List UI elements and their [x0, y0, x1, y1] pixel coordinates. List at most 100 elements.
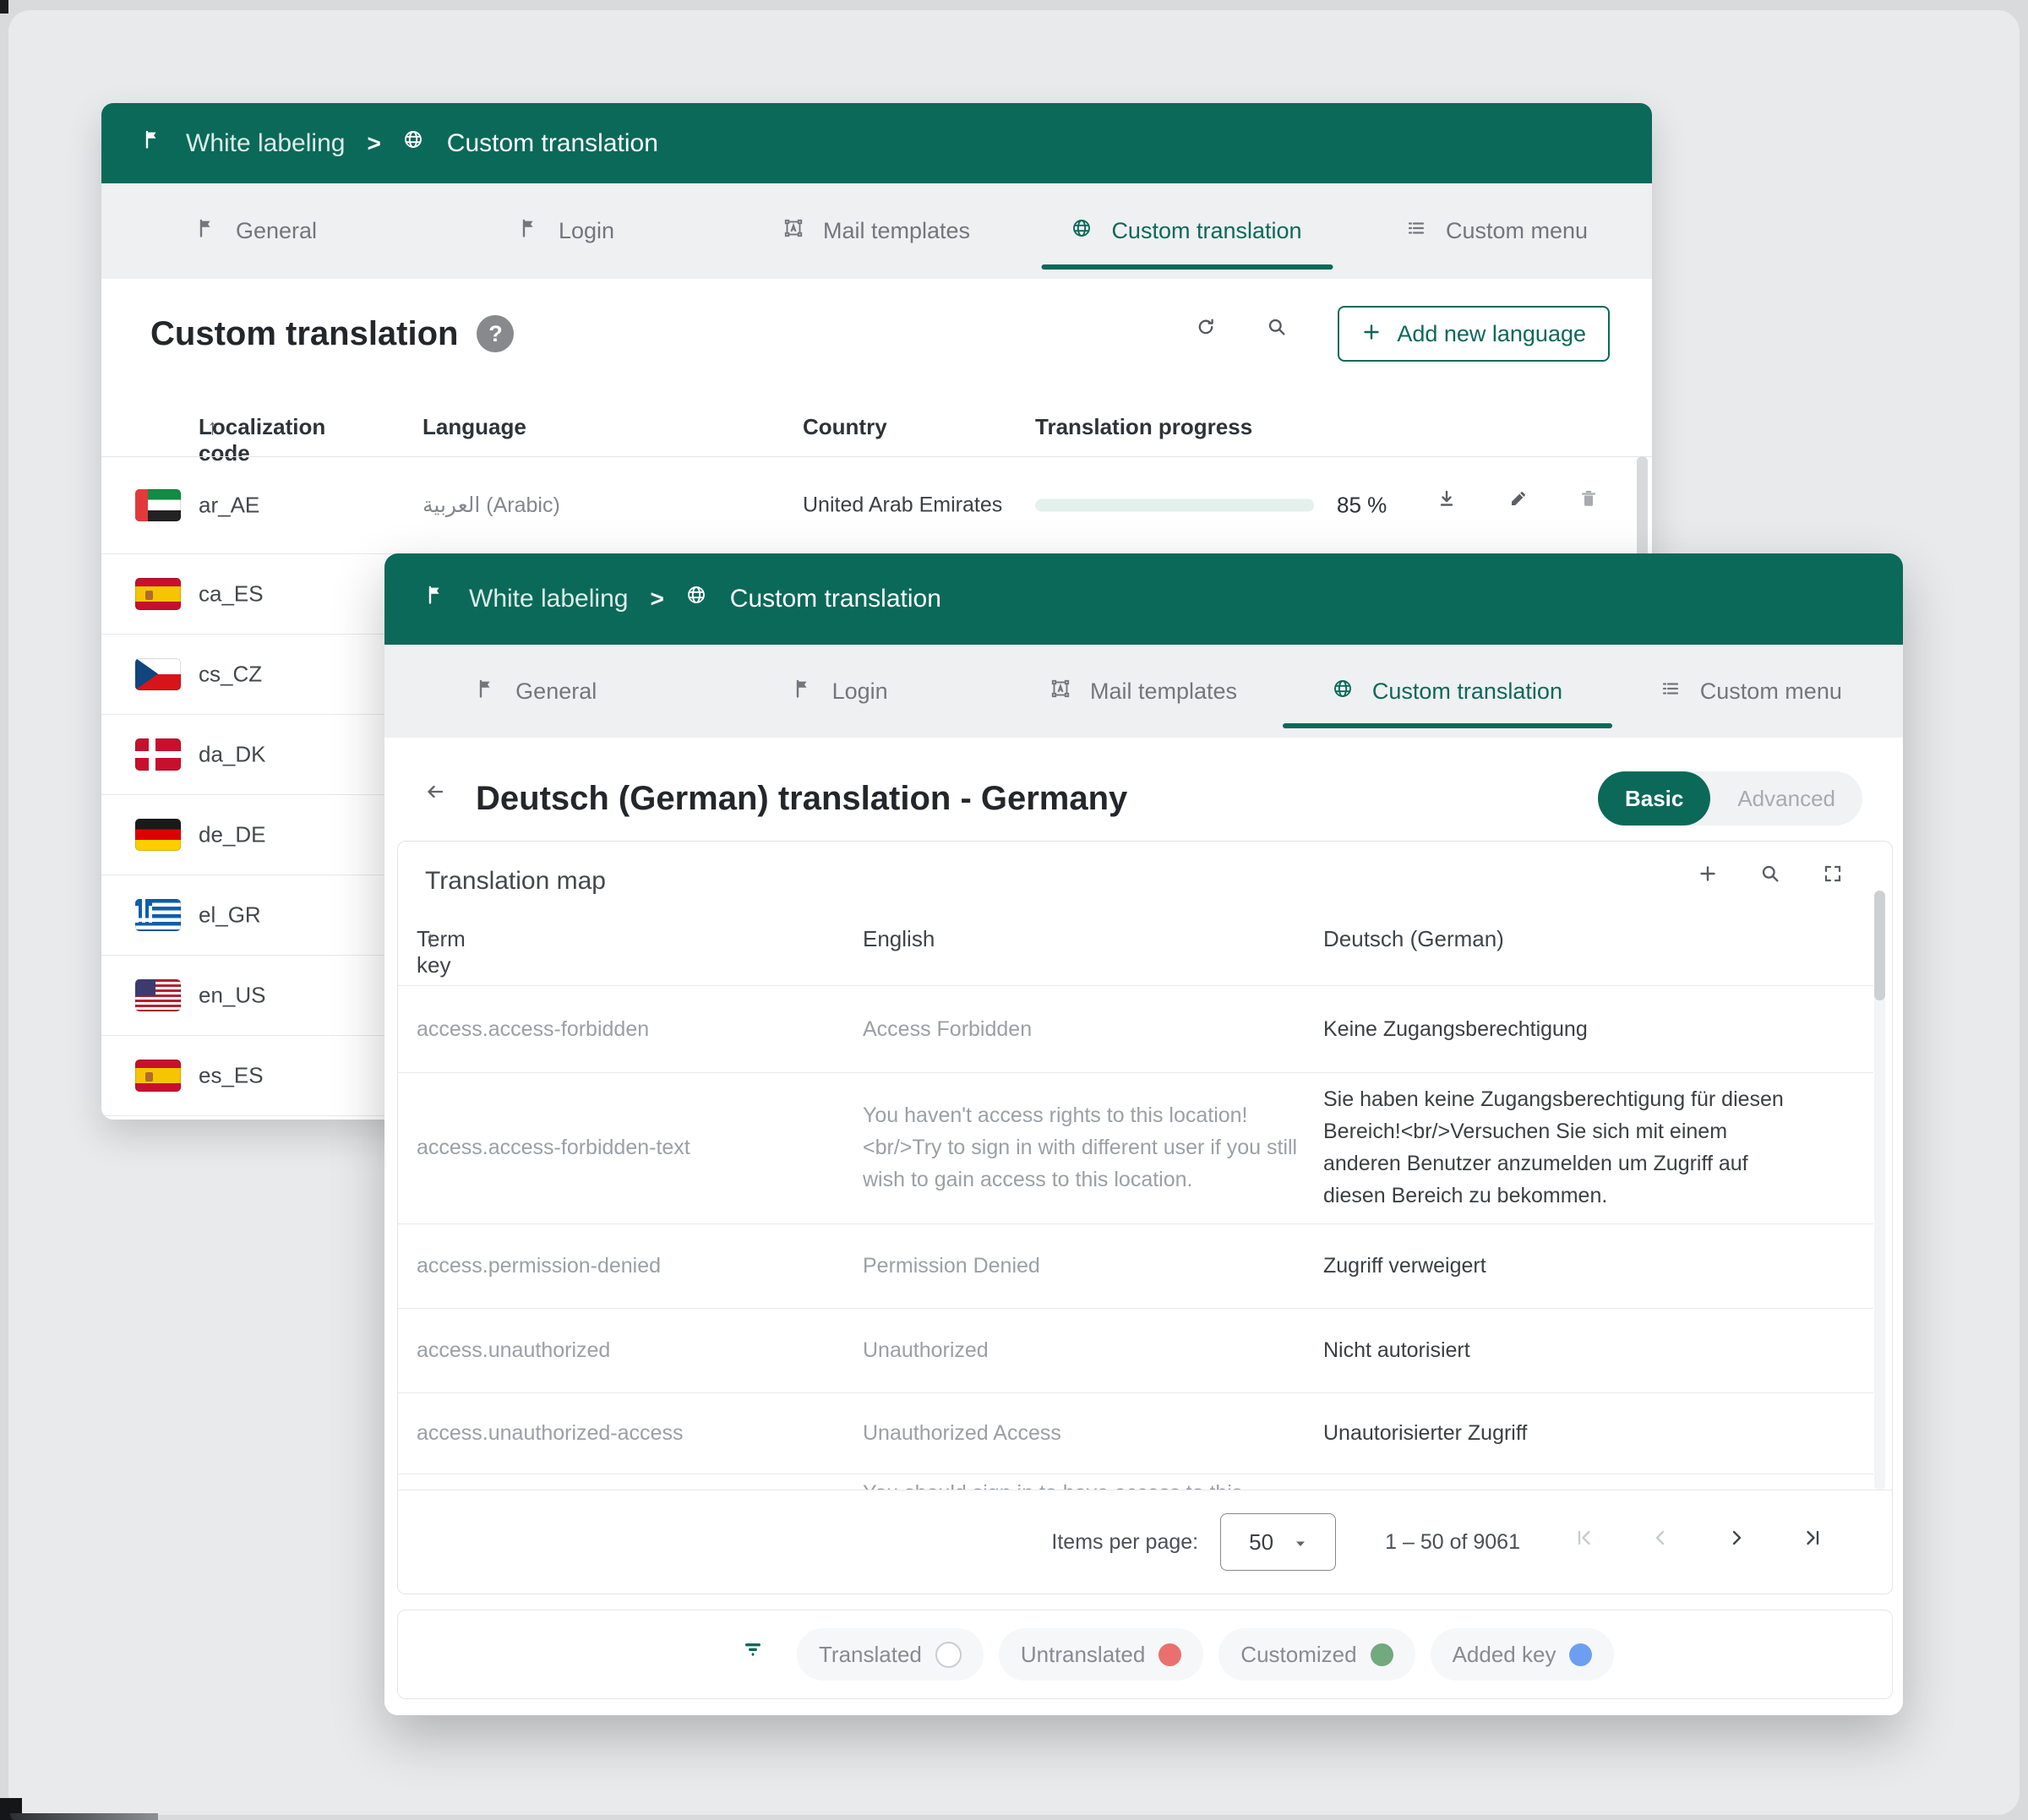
search-icon[interactable]	[1760, 864, 1792, 896]
localization-code: de_DE	[199, 821, 266, 847]
term-key: access.unauthorized	[417, 1334, 843, 1366]
language-row-ar-AE[interactable]: ar_AE العربية (Arabic) United Arab Emira…	[101, 456, 1652, 554]
download-icon[interactable]	[1436, 488, 1470, 522]
chip-untranslated[interactable]: Untranslated	[999, 1628, 1203, 1681]
tab-custom-translation[interactable]: Custom translation	[1032, 183, 1342, 279]
add-new-language-button[interactable]: Add new language	[1338, 306, 1610, 362]
active-tab-indicator	[1283, 723, 1612, 728]
items-per-page-select[interactable]: 50	[1220, 1513, 1336, 1571]
tab-label: Mail templates	[823, 218, 970, 244]
flag-cz-icon	[135, 658, 181, 690]
tab-mail-templates[interactable]: Mail templates	[992, 645, 1295, 738]
english-value: You haven't access rights to this locati…	[863, 1099, 1302, 1196]
previous-page-icon[interactable]	[1650, 1528, 1679, 1556]
sort-asc-icon: ↑	[207, 414, 218, 440]
col-translation-progress[interactable]: Translation progress	[1035, 414, 1252, 440]
toggle-advanced[interactable]: Advanced	[1710, 771, 1862, 826]
tab-general[interactable]: General	[101, 183, 412, 279]
translated-dot	[935, 1642, 962, 1668]
localization-code: cs_CZ	[199, 661, 262, 687]
pagination-range: 1 – 50 of 9061	[1385, 1530, 1520, 1555]
toggle-basic[interactable]: Basic	[1598, 771, 1710, 826]
term-row[interactable]: access.permission-denied Permission Deni…	[398, 1223, 1873, 1309]
col-country[interactable]: Country	[803, 414, 887, 440]
tab-login[interactable]: Login	[412, 183, 722, 279]
col-language[interactable]: Language	[422, 414, 526, 440]
term-row[interactable]: access.unauthorized Unauthorized Nicht a…	[398, 1308, 1873, 1393]
help-icon[interactable]	[477, 315, 514, 352]
chip-label: Added key	[1453, 1642, 1556, 1668]
filter-icon[interactable]	[743, 1639, 773, 1670]
add-term-icon[interactable]	[1698, 864, 1730, 896]
term-row[interactable]: access.access-forbidden Access Forbidden…	[398, 985, 1873, 1073]
progress-bar	[1035, 499, 1314, 511]
fullscreen-icon[interactable]	[1823, 864, 1855, 896]
chip-label: Customized	[1240, 1642, 1356, 1668]
scrollbar[interactable]	[1874, 891, 1885, 1490]
chip-translated[interactable]: Translated	[797, 1628, 984, 1681]
edit-icon[interactable]	[1508, 488, 1542, 522]
breadcrumb-separator: >	[367, 130, 380, 157]
scrollbar-thumb[interactable]	[1874, 891, 1885, 1000]
front-tabs: General Login Mail templates Custom tran…	[384, 645, 1903, 738]
german-value[interactable]: Nicht autorisiert	[1323, 1334, 1784, 1366]
language-table-header: Localization code↑ Language Country Tran…	[101, 414, 1652, 444]
active-tab-indicator	[1041, 264, 1333, 270]
next-page-icon[interactable]	[1726, 1528, 1755, 1556]
white-labeling-flag-icon	[425, 585, 454, 613]
first-page-icon[interactable]	[1574, 1528, 1603, 1556]
flag-dk-icon	[135, 738, 181, 771]
tab-custom-translation[interactable]: Custom translation	[1295, 645, 1599, 738]
flag-us-icon	[135, 979, 181, 1011]
breadcrumb-app[interactable]: White labeling	[186, 129, 345, 158]
tab-label: General	[236, 218, 317, 244]
term-key: access.permission-denied	[417, 1250, 843, 1282]
search-icon[interactable]	[1267, 317, 1300, 351]
breadcrumb-page: Custom translation	[730, 585, 941, 613]
term-row[interactable]: access.access-forbidden-text You haven't…	[398, 1071, 1873, 1224]
localization-code: es_ES	[199, 1062, 264, 1088]
filter-bar: Translated Untranslated Customized Added…	[397, 1610, 1893, 1699]
breadcrumb-app[interactable]: White labeling	[469, 585, 628, 613]
tab-custom-menu[interactable]: Custom menu	[1342, 183, 1652, 279]
back-arrow-icon[interactable]	[425, 782, 459, 815]
translation-map-panel: Translation map Term key↑ English Deutsc…	[397, 841, 1893, 1594]
chip-added-key[interactable]: Added key	[1431, 1628, 1615, 1681]
flag-icon	[519, 218, 545, 244]
flag-icon	[476, 678, 502, 705]
screen-edge-accent	[10, 1813, 158, 1820]
tab-label: Custom translation	[1372, 678, 1562, 705]
tab-mail-templates[interactable]: Mail templates	[722, 183, 1032, 279]
term-row[interactable]: access.unauthorized-access Unauthorized …	[398, 1392, 1873, 1474]
chip-customized[interactable]: Customized	[1218, 1628, 1415, 1681]
localization-code: da_DK	[199, 741, 266, 767]
refresh-icon[interactable]	[1196, 317, 1229, 351]
chip-label: Untranslated	[1021, 1642, 1145, 1668]
caret-down-icon	[1290, 1534, 1307, 1550]
mail-template-icon	[783, 218, 810, 244]
front-window-content: Deutsch (German) translation - Germany B…	[384, 738, 1903, 1715]
tab-login[interactable]: Login	[688, 645, 991, 738]
basic-advanced-toggle: Basic Advanced	[1598, 771, 1862, 826]
screen-edge-accent	[0, 0, 8, 14]
german-value[interactable]: Sie haben keine Zugangsberechtigung für …	[1323, 1083, 1784, 1212]
app-canvas: White labeling > Custom translation Gene…	[0, 0, 2028, 1820]
list-icon	[1406, 218, 1432, 244]
term-key: access.access-forbidden	[417, 1013, 843, 1045]
delete-icon[interactable]	[1578, 488, 1612, 522]
country-name: United Arab Emirates	[803, 493, 1002, 517]
german-value[interactable]: Keine Zugangsberechtigung	[1323, 1013, 1784, 1045]
last-page-icon[interactable]	[1802, 1528, 1831, 1556]
german-value[interactable]: Unautorisierter Zugriff	[1323, 1417, 1784, 1449]
col-german[interactable]: Deutsch (German)	[1323, 926, 1504, 952]
german-value[interactable]: Zugriff verweigert	[1323, 1250, 1784, 1282]
flag-icon	[793, 678, 819, 705]
breadcrumb-separator: >	[650, 586, 663, 613]
tab-general[interactable]: General	[384, 645, 688, 738]
globe-icon	[686, 585, 715, 613]
sort-asc-icon: ↑	[425, 926, 436, 952]
globe-icon	[1071, 218, 1098, 244]
white-labeling-flag-icon	[142, 129, 171, 158]
col-english[interactable]: English	[863, 926, 935, 952]
tab-custom-menu[interactable]: Custom menu	[1600, 645, 1903, 738]
